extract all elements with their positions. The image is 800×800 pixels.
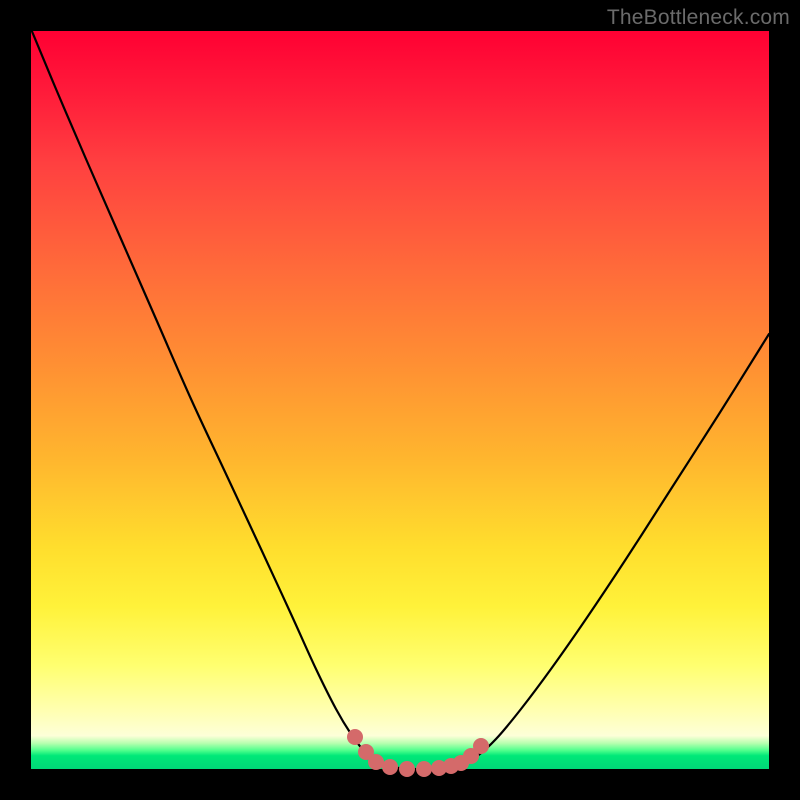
valley-marker: [416, 761, 432, 777]
valley-marker: [473, 738, 489, 754]
valley-marker: [368, 754, 384, 770]
valley-marker: [347, 729, 363, 745]
chart-frame: TheBottleneck.com: [0, 0, 800, 800]
valley-marker: [399, 761, 415, 777]
valley-marker: [382, 759, 398, 775]
watermark-text: TheBottleneck.com: [607, 6, 790, 30]
bottleneck-curve: [31, 29, 769, 769]
chart-overlay-svg: [31, 31, 769, 769]
valley-marker-group: [347, 729, 489, 777]
chart-plot-area: [31, 31, 769, 769]
